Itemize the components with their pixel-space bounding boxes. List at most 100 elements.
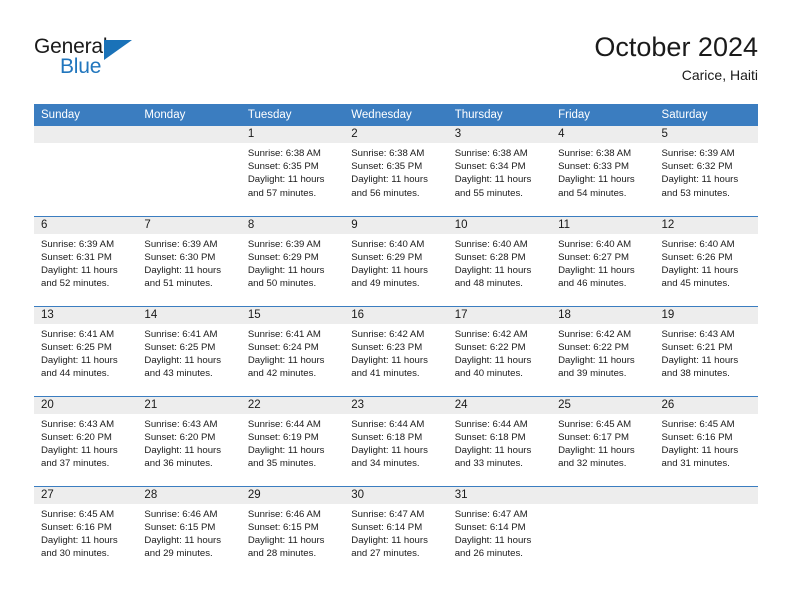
day-details: Sunrise: 6:43 AM Sunset: 6:20 PM Daylight:… [137,414,240,471]
calendar-day-cell[interactable]: 16 Sunrise: 6:42 AM Sunset: 6:23 PM Dayligh… [344,305,448,396]
day-details: Sunrise: 6:43 AM Sunset: 6:21 PM Daylight:… [655,324,758,381]
sunset-time: Sunset: 6:21 PM [661,341,733,353]
day-number: 27 [34,486,138,504]
calendar-day-cell[interactable]: 20 Sunrise: 6:43 AM Sunset: 6:20 PM Dayligh… [34,395,138,486]
calendar-page: General Blue October 2024 Carice, Haiti … [0,0,792,612]
day-number [551,486,655,504]
calendar-day-cell[interactable]: 14 Sunrise: 6:41 AM Sunset: 6:25 PM Dayligh… [137,305,241,396]
calendar-day-cell[interactable]: 11 Sunrise: 6:40 AM Sunset: 6:27 PM Dayligh… [551,215,655,306]
logo-text-blue: Blue [60,55,102,78]
calendar-day-cell[interactable]: 4 Sunrise: 6:38 AM Sunset: 6:33 PM Daylight… [551,126,655,216]
daylight-duration-line1: Daylight: 11 hours [351,264,428,276]
calendar-day-cell[interactable]: 3 Sunrise: 6:38 AM Sunset: 6:34 PM Daylight… [447,126,552,216]
daylight-duration-line2: and 52 minutes. [41,278,110,290]
calendar-day-cell[interactable]: 27 Sunrise: 6:45 AM Sunset: 6:16 PM Dayligh… [34,485,138,576]
calendar-day-cell[interactable]: 9 Sunrise: 6:40 AM Sunset: 6:29 PM Daylight… [344,215,448,306]
day-number: 28 [137,486,241,504]
calendar-day-cell[interactable]: 5 Sunrise: 6:39 AM Sunset: 6:32 PM Daylight… [654,126,758,216]
day-number: 2 [344,126,448,143]
day-number: 23 [344,396,448,414]
daylight-duration-line2: and 26 minutes. [454,548,523,560]
calendar-day-cell[interactable]: 22 Sunrise: 6:44 AM Sunset: 6:19 PM Dayligh… [240,395,345,486]
calendar-day-cell[interactable]: 6 Sunrise: 6:39 AM Sunset: 6:31 PM Daylight… [34,215,138,306]
daylight-duration-line1: Daylight: 11 hours [661,354,739,366]
day-number: 13 [34,306,138,324]
sunrise-time: Sunrise: 6:44 AM [351,418,425,430]
sunset-time: Sunset: 6:33 PM [558,161,630,173]
day-number: 9 [344,216,448,234]
sunset-time: Sunset: 6:31 PM [41,251,112,263]
calendar-day-cell[interactable]: 19 Sunrise: 6:43 AM Sunset: 6:21 PM Dayligh… [654,305,758,396]
day-number: 8 [240,216,345,234]
day-number: 24 [447,396,552,414]
daylight-duration-line1: Daylight: 11 hours [41,354,118,366]
logo-triangle-icon [104,40,132,60]
calendar-day-cell[interactable]: 18 Sunrise: 6:42 AM Sunset: 6:22 PM Dayligh… [551,305,655,396]
calendar-day-cell-empty [137,126,241,216]
calendar-day-cell[interactable]: 28 Sunrise: 6:46 AM Sunset: 6:15 PM Dayligh… [137,485,241,576]
calendar-day-cell[interactable]: 30 Sunrise: 6:47 AM Sunset: 6:14 PM Dayligh… [344,485,448,576]
calendar-day-cell[interactable]: 8 Sunrise: 6:39 AM Sunset: 6:29 PM Daylight… [240,215,345,306]
daylight-duration-line1: Daylight: 11 hours [661,174,739,186]
daylight-duration-line1: Daylight: 11 hours [41,534,118,546]
daylight-duration-line1: Daylight: 11 hours [351,174,428,186]
calendar-week-row: 27 Sunrise: 6:45 AM Sunset: 6:16 PM Dayligh… [34,485,758,576]
sunset-time: Sunset: 6:15 PM [247,521,319,533]
sunset-time: Sunset: 6:28 PM [454,251,526,263]
sunset-time: Sunset: 6:29 PM [351,251,423,263]
sunrise-time: Sunrise: 6:40 AM [661,238,735,250]
calendar-day-cell[interactable]: 25 Sunrise: 6:45 AM Sunset: 6:17 PM Dayligh… [551,395,655,486]
day-details: Sunrise: 6:40 AM Sunset: 6:26 PM Daylight:… [655,234,758,291]
day-details: Sunrise: 6:42 AM Sunset: 6:22 PM Daylight:… [448,324,551,381]
day-number: 3 [447,126,552,143]
daylight-duration-line2: and 54 minutes. [558,187,627,199]
sunrise-time: Sunrise: 6:43 AM [144,418,218,430]
day-number: 1 [240,126,345,143]
day-details: Sunrise: 6:44 AM Sunset: 6:18 PM Daylight:… [344,414,447,471]
sunrise-time: Sunrise: 6:42 AM [351,328,425,340]
day-number: 16 [344,306,448,324]
daylight-duration-line2: and 49 minutes. [351,278,420,290]
day-number: 30 [344,486,448,504]
daylight-duration-line2: and 44 minutes. [41,368,110,380]
daylight-duration-line2: and 31 minutes. [661,458,730,470]
sunset-time: Sunset: 6:17 PM [558,431,630,443]
sunset-time: Sunset: 6:34 PM [454,161,526,173]
calendar-day-cell[interactable]: 12 Sunrise: 6:40 AM Sunset: 6:26 PM Dayligh… [654,215,758,306]
day-details: Sunrise: 6:45 AM Sunset: 6:17 PM Daylight:… [551,414,654,471]
calendar-day-cell[interactable]: 17 Sunrise: 6:42 AM Sunset: 6:22 PM Dayligh… [447,305,552,396]
sunrise-time: Sunrise: 6:39 AM [41,238,115,250]
day-details: Sunrise: 6:39 AM Sunset: 6:30 PM Daylight:… [137,234,240,291]
day-details: Sunrise: 6:38 AM Sunset: 6:34 PM Daylight:… [448,143,551,200]
sunset-time: Sunset: 6:15 PM [144,521,216,533]
calendar-day-cell[interactable]: 2 Sunrise: 6:38 AM Sunset: 6:35 PM Daylight… [344,126,448,216]
calendar-day-cell[interactable]: 24 Sunrise: 6:44 AM Sunset: 6:18 PM Dayligh… [447,395,552,486]
calendar-day-cell[interactable]: 13 Sunrise: 6:41 AM Sunset: 6:25 PM Dayligh… [34,305,138,396]
day-number: 29 [240,486,345,504]
calendar-day-cell[interactable]: 26 Sunrise: 6:45 AM Sunset: 6:16 PM Dayligh… [654,395,758,486]
calendar-day-cell[interactable]: 29 Sunrise: 6:46 AM Sunset: 6:15 PM Dayligh… [240,485,345,576]
daylight-duration-line2: and 34 minutes. [351,458,420,470]
day-details: Sunrise: 6:39 AM Sunset: 6:29 PM Daylight:… [241,234,344,291]
sunrise-time: Sunrise: 6:42 AM [454,328,528,340]
sunset-time: Sunset: 6:26 PM [661,251,733,263]
calendar-day-cell[interactable]: 15 Sunrise: 6:41 AM Sunset: 6:24 PM Dayligh… [240,305,345,396]
sunrise-time: Sunrise: 6:40 AM [454,238,528,250]
calendar-day-cell[interactable]: 7 Sunrise: 6:39 AM Sunset: 6:30 PM Daylight… [137,215,241,306]
sunset-time: Sunset: 6:35 PM [247,161,319,173]
calendar-header-row: Sunday Monday Tuesday Wednesday Thursday… [34,104,758,126]
calendar-day-cell[interactable]: 23 Sunrise: 6:44 AM Sunset: 6:18 PM Dayligh… [344,395,448,486]
daylight-duration-line1: Daylight: 11 hours [351,534,428,546]
calendar-day-cell[interactable]: 21 Sunrise: 6:43 AM Sunset: 6:20 PM Dayligh… [137,395,241,486]
calendar-day-cell[interactable]: 1 Sunrise: 6:38 AM Sunset: 6:35 PM Daylight… [240,126,345,216]
calendar-day-cell[interactable]: 31 Sunrise: 6:47 AM Sunset: 6:14 PM Dayligh… [447,485,552,576]
daylight-duration-line1: Daylight: 11 hours [144,264,222,276]
general-blue-logo[interactable]: General Blue [34,36,154,84]
day-number: 31 [447,486,552,504]
sunrise-time: Sunrise: 6:46 AM [144,508,218,520]
day-number: 26 [654,396,758,414]
calendar-day-cell[interactable]: 10 Sunrise: 6:40 AM Sunset: 6:28 PM Dayligh… [447,215,552,306]
sunset-time: Sunset: 6:22 PM [454,341,526,353]
page-title: October 2024 [594,32,758,62]
sunset-time: Sunset: 6:30 PM [144,251,216,263]
